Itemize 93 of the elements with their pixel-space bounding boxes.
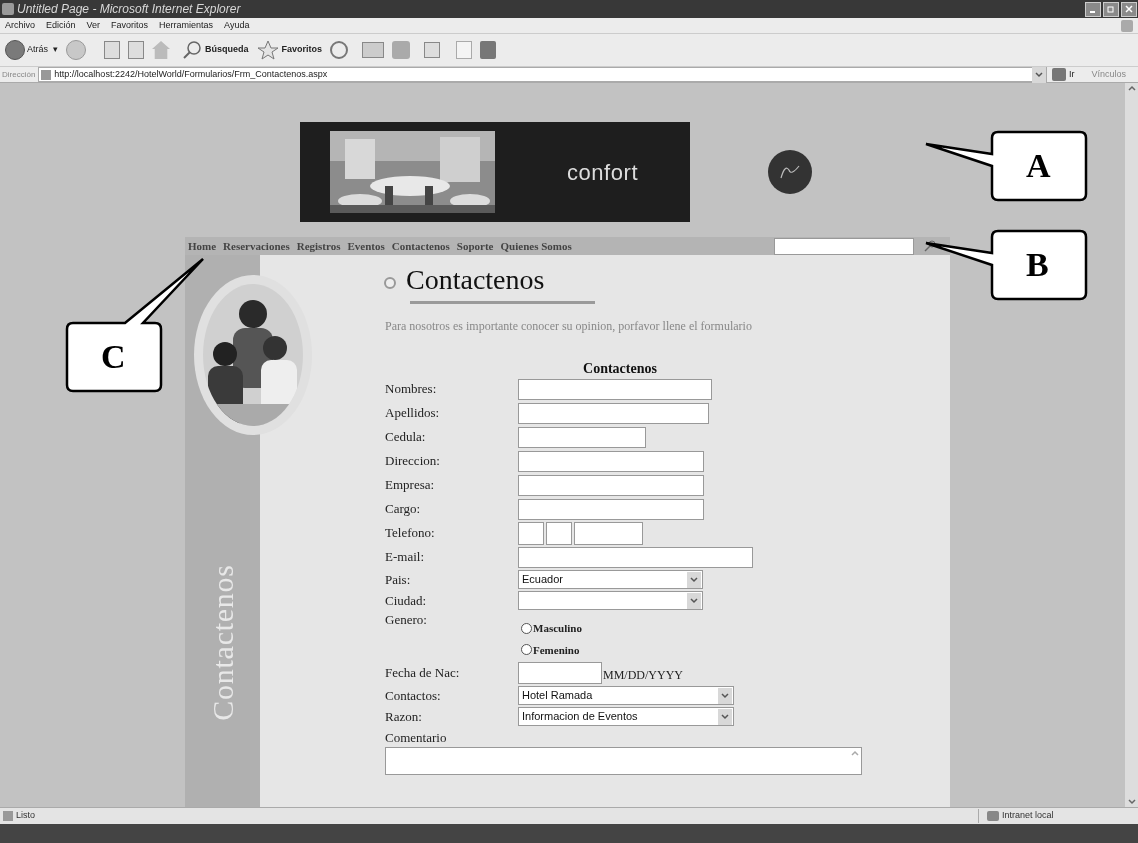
menu-item[interactable]: Edición — [46, 18, 76, 33]
field-label: Contactos: — [385, 686, 442, 705]
nav-link[interactable]: Home — [188, 237, 217, 255]
text-field[interactable] — [518, 474, 704, 496]
scroll-down-icon[interactable] — [1127, 799, 1136, 805]
field-label: Nombres: — [385, 380, 438, 398]
minimize-icon[interactable] — [1085, 1, 1101, 17]
field-label: Cedula: — [385, 428, 427, 446]
zone-text: Intranet local — [1002, 809, 1054, 823]
phone-field[interactable] — [574, 521, 643, 545]
nav-link[interactable]: Contactenos — [391, 237, 450, 255]
field-label: Empresa: — [385, 476, 436, 494]
phone-field[interactable] — [518, 521, 544, 545]
comment-field[interactable] — [385, 747, 862, 775]
search-icon[interactable] — [924, 240, 936, 252]
menu-item[interactable]: Herramientas — [159, 18, 214, 33]
callout-letter: A — [1026, 146, 1051, 186]
text-field[interactable] — [518, 402, 709, 424]
search-field[interactable] — [774, 237, 914, 255]
menu-item[interactable]: Archivo — [5, 18, 35, 33]
dropdown[interactable]: Ecuador — [518, 570, 703, 589]
address-field[interactable]: http://localhost:2242/HotelWorld/Formularios/Frm_Contactenos.aspx — [38, 67, 1047, 82]
text-field[interactable] — [518, 450, 704, 472]
edit-icon[interactable] — [424, 42, 441, 58]
field-label: Pais: — [385, 570, 412, 589]
intro-text: Para nosotros es importante conocer su opinion, porfavor llene el formulario — [385, 318, 753, 335]
date-field[interactable] — [518, 662, 602, 684]
sidebar-title: Contactenos — [205, 564, 240, 721]
radio-button[interactable] — [521, 644, 532, 656]
menu-item[interactable]: Ayuda — [224, 18, 250, 33]
refresh-icon[interactable] — [128, 41, 144, 59]
radio-button[interactable] — [521, 622, 532, 634]
text-field[interactable] — [518, 498, 704, 520]
page-heading: Contactenos — [406, 263, 545, 297]
print-icon[interactable] — [392, 41, 411, 59]
field-label: Razon: — [385, 707, 423, 726]
forward-icon[interactable] — [66, 40, 86, 60]
nav-link[interactable]: Soporte — [456, 237, 494, 255]
page-icon — [3, 811, 13, 821]
radio-option[interactable]: Masculino — [521, 620, 865, 637]
messenger-icon[interactable] — [480, 41, 497, 59]
search-icon — [182, 40, 202, 60]
page-icon[interactable] — [456, 41, 473, 59]
menu-item[interactable]: Ver — [86, 18, 101, 33]
field-label: E-mail: — [385, 548, 425, 566]
close-icon[interactable] — [1121, 1, 1137, 17]
page-icon — [41, 69, 52, 80]
intranet-icon — [987, 811, 999, 821]
home-icon[interactable] — [152, 41, 170, 59]
text-field[interactable] — [518, 426, 646, 448]
field-label: Ciudad: — [385, 591, 428, 610]
field-label: Direccion: — [385, 452, 441, 470]
menu-item[interactable]: Favoritos — [111, 18, 149, 33]
favorites-button[interactable]: Favoritos — [256, 40, 323, 60]
text-field[interactable] — [518, 546, 753, 568]
field-label: Fecha de Nac: — [385, 664, 461, 682]
radio-option[interactable]: Femenino — [521, 641, 865, 658]
nav-link[interactable]: Reservaciones — [223, 237, 290, 255]
field-label: Cargo: — [385, 500, 422, 518]
date-format-hint: MM/DD/YYYY — [603, 667, 683, 684]
nav-link[interactable]: Eventos — [347, 237, 385, 255]
dropdown[interactable] — [518, 591, 703, 610]
restore-icon[interactable] — [1103, 1, 1119, 17]
banner-text: confort — [567, 158, 639, 187]
callout-letter: C — [101, 337, 126, 377]
phone-field[interactable] — [546, 521, 572, 545]
callout-letter: B — [1026, 245, 1049, 285]
mail-icon[interactable] — [362, 42, 385, 58]
field-label: Telefono: — [385, 524, 436, 542]
form-title: Contactenos — [582, 361, 658, 377]
field-label: Genero: — [385, 611, 428, 629]
dropdown[interactable]: Informacion de Eventos — [518, 707, 734, 726]
scroll-up-icon[interactable] — [1127, 85, 1136, 91]
stop-icon[interactable] — [104, 41, 120, 59]
address-label: Dirección — [2, 68, 36, 81]
go-button[interactable]: Ir — [1049, 67, 1077, 82]
star-icon — [256, 40, 279, 60]
nav-link[interactable]: Registros — [296, 237, 341, 255]
history-icon[interactable] — [330, 41, 349, 59]
window-title: Untitled Page - Microsoft Internet Explorer — [17, 1, 241, 18]
windows-logo-icon — [1121, 19, 1133, 32]
status-text: Listo — [16, 809, 35, 823]
search-button[interactable]: Búsqueda — [182, 40, 249, 60]
field-label: Apellidos: — [385, 404, 441, 422]
ie-logo-icon — [2, 3, 14, 15]
dropdown[interactable]: Hotel Ramada — [518, 686, 734, 705]
bullet-icon — [384, 277, 396, 289]
field-label: Comentario — [385, 729, 448, 747]
text-field[interactable] — [518, 378, 712, 400]
hotel-logo-icon — [768, 150, 812, 194]
scroll-up-icon — [851, 750, 859, 756]
back-button[interactable]: Atrás ▾ — [5, 40, 58, 60]
nav-link[interactable]: Quienes Somos — [500, 237, 572, 255]
